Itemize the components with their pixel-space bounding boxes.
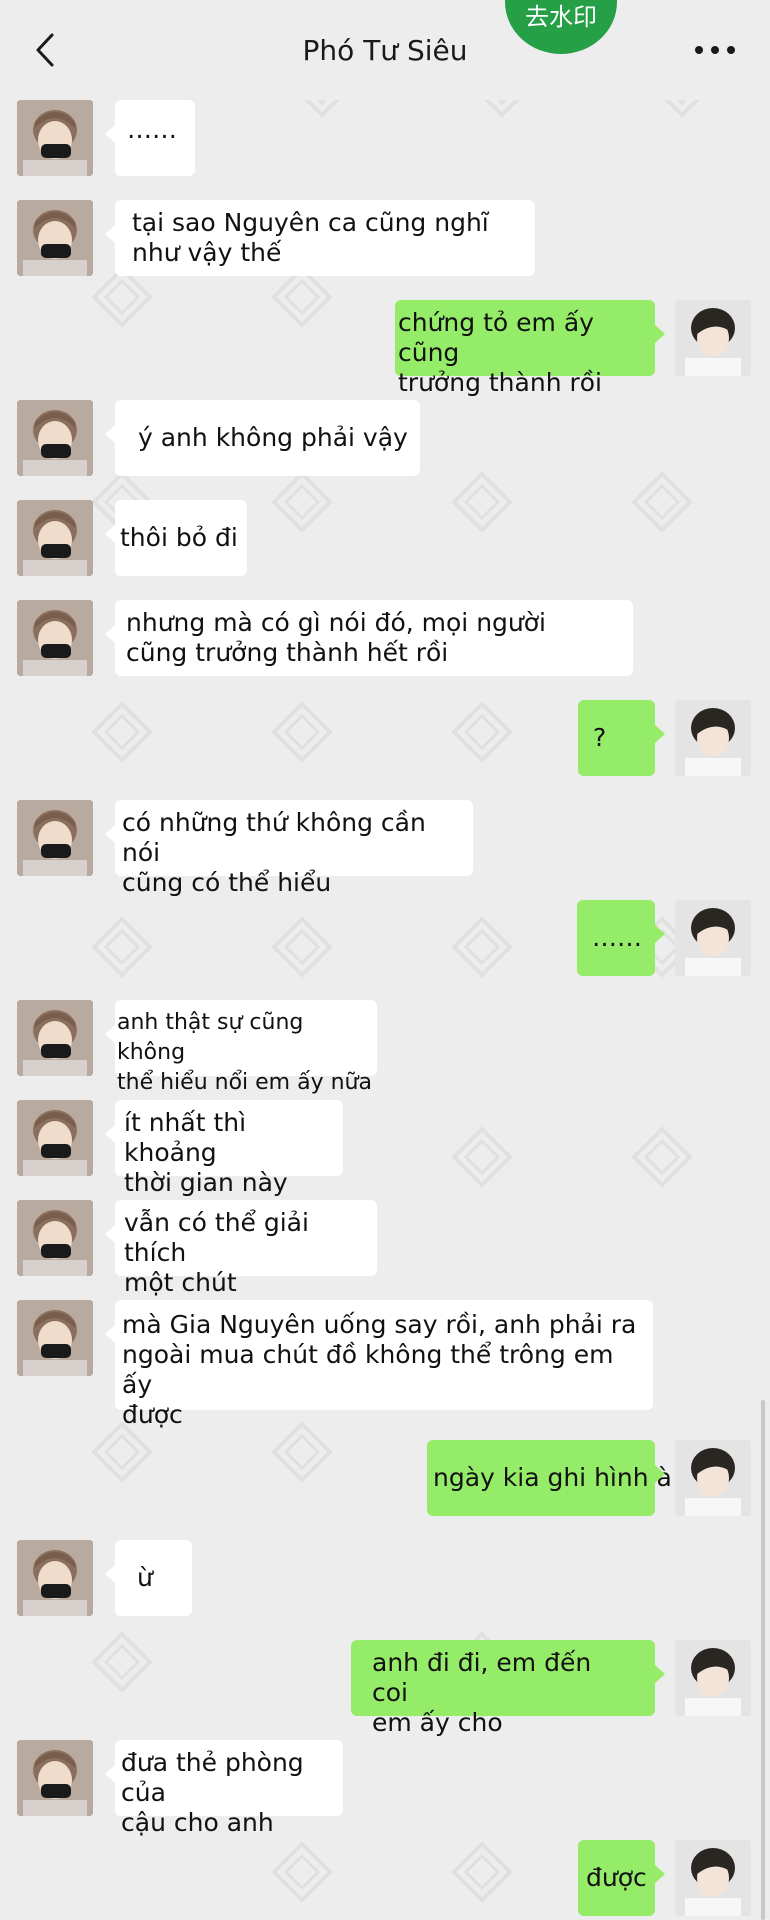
message-text: thôi bỏ đi — [120, 523, 238, 552]
badge-label: 去水印 — [525, 3, 597, 31]
message-text: …… — [592, 923, 642, 952]
message-text: ít nhất thì khoảng thời gian này — [124, 1108, 288, 1197]
message-bubble-received[interactable]: ý anh không phải vậy — [105, 400, 420, 476]
watermark-icon — [630, 1125, 694, 1189]
message-text: ý anh không phải vậy — [138, 423, 408, 452]
watermark-icon — [90, 1630, 154, 1694]
message-bubble-received[interactable]: thôi bỏ đi — [105, 500, 247, 576]
message-bubble-received[interactable]: tại sao Nguyên ca cũng nghĩ như vậy thế — [105, 200, 535, 276]
contact-avatar[interactable] — [17, 1540, 93, 1616]
message-bubble-sent[interactable]: ? — [578, 700, 665, 776]
watermark-icon — [450, 1125, 514, 1189]
message-bubble-sent[interactable]: chứng tỏ em ấy cũng trưởng thành rồi — [395, 300, 665, 397]
contact-avatar[interactable] — [17, 1740, 93, 1816]
message-text: chứng tỏ em ấy cũng trưởng thành rồi — [398, 308, 603, 397]
message-bubble-received[interactable]: ít nhất thì khoảng thời gian này — [105, 1100, 343, 1197]
watermark-icon — [630, 470, 694, 534]
message-bubble-received[interactable]: mà Gia Nguyên uống say rồi, anh phải ra … — [105, 1300, 653, 1429]
message-bubble-received[interactable]: nhưng mà có gì nói đó, mọi người cũng tr… — [105, 600, 633, 676]
watermark-icon — [90, 915, 154, 979]
user-avatar[interactable] — [675, 1640, 751, 1716]
user-avatar[interactable] — [675, 1440, 751, 1516]
watermark-icon — [450, 700, 514, 764]
message-bubble-received[interactable]: anh thật sự cũng không thể hiểu nổi em ấ… — [105, 1000, 377, 1095]
contact-avatar[interactable] — [17, 400, 93, 476]
contact-avatar[interactable] — [17, 500, 93, 576]
message-bubble-received[interactable]: đưa thẻ phòng của cậu cho anh — [105, 1740, 343, 1837]
contact-avatar[interactable] — [17, 800, 93, 876]
message-bubble-sent[interactable]: ngày kia ghi hình à — [427, 1440, 672, 1516]
watermark-icon — [270, 915, 334, 979]
message-text: có những thứ không cần nói cũng có thể h… — [122, 808, 426, 897]
user-avatar[interactable] — [675, 1840, 751, 1916]
message-text: đưa thẻ phòng của cậu cho anh — [121, 1748, 304, 1837]
message-text: …… — [127, 115, 177, 144]
contact-avatar[interactable] — [17, 1000, 93, 1076]
message-text: ừ — [137, 1563, 153, 1592]
message-text: mà Gia Nguyên uống say rồi, anh phải ra … — [122, 1310, 637, 1429]
watermark-icon — [270, 1840, 334, 1904]
watermark-icon — [270, 1420, 334, 1484]
watermark-icon — [270, 470, 334, 534]
contact-avatar[interactable] — [17, 1200, 93, 1276]
user-avatar[interactable] — [675, 900, 751, 976]
user-avatar[interactable] — [675, 300, 751, 376]
message-text: được — [586, 1863, 647, 1892]
message-text: tại sao Nguyên ca cũng nghĩ như vậy thế — [132, 208, 489, 267]
contact-avatar[interactable] — [17, 600, 93, 676]
more-options-button[interactable] — [690, 36, 740, 64]
message-bubble-sent[interactable]: được — [578, 1840, 665, 1916]
scrollbar-thumb[interactable] — [761, 1400, 765, 1920]
message-bubble-sent[interactable]: …… — [577, 900, 665, 976]
chat-header: Phó Tư Siêu — [0, 0, 770, 100]
message-bubble-received[interactable]: ừ — [105, 1540, 192, 1616]
message-text: vẫn có thể giải thích một chút — [124, 1208, 309, 1297]
message-text: nhưng mà có gì nói đó, mọi người cũng tr… — [126, 608, 546, 667]
chat-title: Phó Tư Siêu — [302, 34, 468, 67]
message-bubble-received[interactable]: …… — [105, 100, 195, 176]
message-bubble-sent[interactable]: anh đi đi, em đến coi em ấy cho — [351, 1640, 665, 1737]
contact-avatar[interactable] — [17, 200, 93, 276]
watermark-icon — [450, 915, 514, 979]
watermark-icon — [270, 700, 334, 764]
watermark-icon — [90, 700, 154, 764]
message-text: anh đi đi, em đến coi em ấy cho — [372, 1648, 592, 1737]
contact-avatar[interactable] — [17, 1100, 93, 1176]
message-text: ngày kia ghi hình à — [433, 1463, 672, 1492]
watermark-icon — [450, 1840, 514, 1904]
contact-avatar[interactable] — [17, 100, 93, 176]
message-text: anh thật sự cũng không thể hiểu nổi em ấ… — [117, 1010, 372, 1095]
message-text: ? — [593, 723, 607, 752]
user-avatar[interactable] — [675, 700, 751, 776]
message-bubble-received[interactable]: có những thứ không cần nói cũng có thể h… — [105, 800, 473, 897]
contact-avatar[interactable] — [17, 1300, 93, 1376]
more-dots-icon — [695, 46, 735, 54]
watermark-icon — [450, 470, 514, 534]
message-bubble-received[interactable]: vẫn có thể giải thích một chút — [105, 1200, 377, 1297]
